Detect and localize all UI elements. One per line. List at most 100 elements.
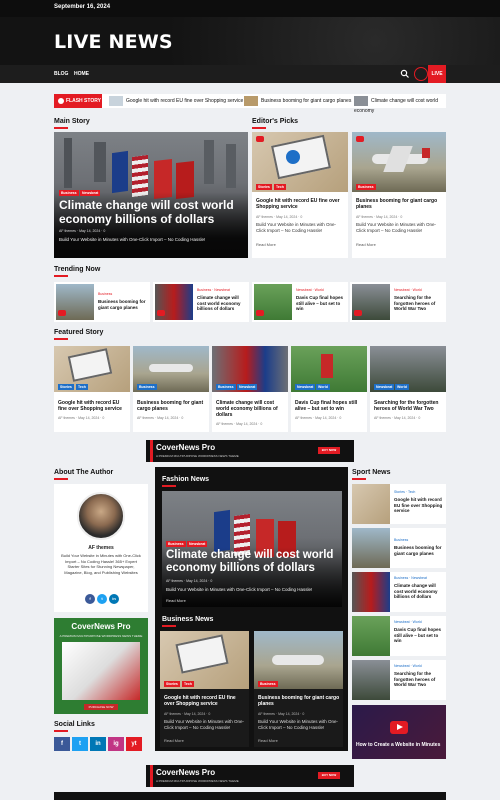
article-title[interactable]: Climate change will cost world economy b…	[216, 400, 286, 418]
category-badge[interactable]: World	[316, 384, 330, 390]
category-badge[interactable]: Stories	[256, 184, 272, 190]
sport-item[interactable]: Business · Newsbeat Climate change will …	[352, 572, 446, 612]
trending-title[interactable]: Business booming for giant cargo planes	[98, 299, 148, 310]
author-name[interactable]: AF themes	[164, 712, 181, 716]
site-logo[interactable]: LIVE NEWS	[54, 31, 173, 53]
featured-card[interactable]: Business Newsbeat Climate change will co…	[212, 346, 288, 432]
trending-title[interactable]: Searching for the forgotten heroes of Wo…	[394, 295, 444, 312]
video-title[interactable]: How to Create a Website in Minutes	[356, 742, 442, 748]
author-name[interactable]: AF themes	[166, 579, 183, 583]
search-icon[interactable]	[400, 69, 410, 79]
comment-count[interactable]: 0	[418, 416, 420, 420]
sport-title[interactable]: Climate change will cost world economy b…	[394, 583, 444, 600]
author-name[interactable]: AF themes	[59, 229, 76, 233]
category-badge[interactable]: Stories	[164, 681, 180, 687]
comment-count[interactable]: 0	[103, 229, 105, 233]
nav-item-blog[interactable]: BLOG	[54, 71, 68, 77]
author-name[interactable]: AF themes	[216, 422, 233, 426]
comment-count[interactable]: 0	[102, 416, 104, 420]
featured-card[interactable]: Newsbeat World Davis Cup final hopes sti…	[291, 346, 367, 432]
category-badge[interactable]: Newsbeat	[237, 384, 258, 390]
sport-category[interactable]: Business · Newsbeat	[394, 576, 427, 580]
linkedin-icon[interactable]: in	[109, 594, 119, 604]
category-badge[interactable]: Newsbeat	[374, 384, 395, 390]
ad-buy-button[interactable]: BUY NOW	[318, 447, 340, 454]
article-title[interactable]: Business booming for giant cargo planes	[258, 695, 340, 707]
category-badge[interactable]: Newsbeat	[187, 541, 208, 547]
sport-category[interactable]: Newsbeat · World	[394, 664, 422, 668]
comment-count[interactable]: 0	[210, 579, 212, 583]
comment-count[interactable]: 0	[181, 416, 183, 420]
ticker-item[interactable]: Google hit with record EU fine over Shop…	[109, 96, 243, 106]
ad-banner[interactable]: CoverNews Pro A PREMIUM MULTIPURPOSE WOR…	[146, 765, 354, 787]
category-badge[interactable]: Business	[258, 681, 278, 687]
twitter-icon[interactable]: t	[72, 737, 88, 751]
article-title[interactable]: Davis Cup final hopes still alive – but …	[295, 400, 365, 412]
live-button[interactable]: LIVE	[428, 65, 446, 83]
sport-item[interactable]: Newsbeat · World Searching for the forgo…	[352, 660, 446, 700]
sport-category[interactable]: Stories · Tech	[394, 490, 415, 494]
fashion-title[interactable]: Climate change will cost world economy b…	[166, 549, 338, 575]
trending-category[interactable]: Business · Newsbeat	[197, 288, 230, 292]
category-badge[interactable]: Newsbeat	[295, 384, 316, 390]
article-title[interactable]: Google hit with record EU fine over Shop…	[58, 400, 128, 412]
category-badge[interactable]: Business	[356, 184, 376, 190]
category-badge[interactable]: Business	[59, 190, 79, 196]
category-badge[interactable]: World	[395, 384, 409, 390]
sport-category[interactable]: Newsbeat · World	[394, 620, 422, 624]
article-title[interactable]: Google hit with record EU fine over Shop…	[256, 198, 344, 210]
read-more-link[interactable]: Read More	[166, 598, 186, 603]
sport-item[interactable]: Newsbeat · World Davis Cup final hopes s…	[352, 616, 446, 656]
category-badge[interactable]: Stories	[58, 384, 74, 390]
read-more-link[interactable]: Read More	[356, 242, 376, 247]
author-name[interactable]: AF themes	[58, 416, 75, 420]
ticker-item[interactable]: Climate change will cost world economy	[354, 96, 446, 114]
comment-count[interactable]: 0	[302, 712, 304, 716]
linkedin-icon[interactable]: in	[90, 737, 106, 751]
article-title[interactable]: Business booming for giant cargo planes	[137, 400, 207, 412]
category-badge[interactable]: Tech	[182, 681, 194, 687]
sport-title[interactable]: Searching for the forgotten heroes of Wo…	[394, 671, 444, 688]
sport-category[interactable]: Business	[394, 538, 408, 542]
trending-category[interactable]: Newsbeat · World	[394, 288, 422, 292]
article-title[interactable]: Business booming for giant cargo planes	[356, 198, 442, 210]
author-name[interactable]: AF themes	[374, 416, 391, 420]
trending-category[interactable]: Business	[98, 292, 112, 296]
trending-item[interactable]: Business Business booming for giant carg…	[54, 282, 150, 322]
author-name[interactable]: AF themes	[356, 215, 373, 219]
comment-count[interactable]: 0	[400, 215, 402, 219]
read-more-link[interactable]: Read More	[258, 738, 278, 743]
editors-pick-card[interactable]: Business Business booming for giant carg…	[352, 132, 446, 258]
author-name[interactable]: AF themes	[258, 712, 275, 716]
category-badge[interactable]: Tech	[76, 384, 88, 390]
author-name[interactable]: AF themes	[54, 545, 148, 551]
author-name[interactable]: AF themes	[256, 215, 273, 219]
author-name[interactable]: AF themes	[137, 416, 154, 420]
trending-item[interactable]: Newsbeat · World Davis Cup final hopes s…	[252, 282, 348, 322]
category-badge[interactable]: Business	[166, 541, 186, 547]
facebook-icon[interactable]: f	[54, 737, 70, 751]
main-story-title[interactable]: Climate change will cost world economy b…	[59, 198, 239, 226]
trending-item[interactable]: Business · Newsbeat Climate change will …	[153, 282, 249, 322]
sport-item[interactable]: Business Business booming for giant carg…	[352, 528, 446, 568]
trending-title[interactable]: Climate change will cost world economy b…	[197, 295, 247, 312]
sport-item[interactable]: Stories · Tech Google hit with record EU…	[352, 484, 446, 524]
instagram-icon[interactable]: ig	[108, 737, 124, 751]
business-card[interactable]: Business Business booming for giant carg…	[254, 631, 343, 747]
trending-category[interactable]: Newsbeat · World	[296, 288, 324, 292]
ad-banner[interactable]: CoverNews Pro A PREMIUM MULTIPURPOSE WOR…	[146, 440, 354, 462]
twitter-icon[interactable]: t	[97, 594, 107, 604]
main-story-card[interactable]: Business Newsbeat Climate change will co…	[54, 132, 248, 258]
category-badge[interactable]: Business	[137, 384, 157, 390]
author-name[interactable]: AF themes	[295, 416, 312, 420]
featured-card[interactable]: Business Business booming for giant carg…	[133, 346, 209, 432]
ticker-item[interactable]: Business booming for giant cargo planes	[244, 96, 351, 106]
featured-card[interactable]: Newsbeat World Searching for the forgott…	[370, 346, 446, 432]
ad-buy-button[interactable]: BUY NOW	[318, 772, 340, 779]
youtube-icon[interactable]: yt	[126, 737, 142, 751]
video-widget[interactable]: How to Create a Website in Minutes	[352, 705, 446, 759]
comment-count[interactable]: 0	[300, 215, 302, 219]
nav-item-home[interactable]: HOME	[74, 71, 89, 77]
trending-item[interactable]: Newsbeat · World Searching for the forgo…	[350, 282, 446, 322]
category-badge[interactable]: Newsbeat	[80, 190, 101, 196]
